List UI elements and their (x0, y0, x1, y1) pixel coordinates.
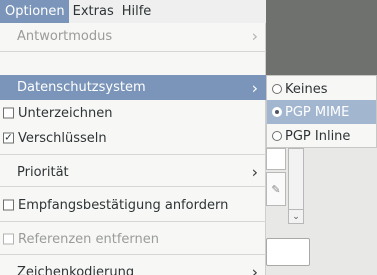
menu-item-label: Zeichenkodierung (17, 264, 135, 275)
chevron-right-icon: › (251, 162, 258, 182)
background-pencil-box: ✎ (266, 172, 286, 206)
menu-item-datenschutzsystem[interactable]: Datenschutzsystem › (0, 75, 266, 100)
menu-separator (0, 154, 266, 155)
menu-separator (0, 186, 266, 187)
menu-item-label: Verschlüsseln (18, 130, 107, 146)
chevron-right-icon: › (251, 262, 258, 275)
radio-selected-icon[interactable] (272, 107, 282, 117)
menu-item-unterzeichnen[interactable]: Unterzeichnen (0, 100, 266, 126)
chevron-right-icon: › (251, 26, 258, 46)
menu-item-prioritaet[interactable]: Priorität › (0, 159, 266, 185)
menu-item-antwortmodus[interactable]: Antwortmodus › (0, 23, 266, 49)
menu-item-zeichenkodierung[interactable]: Zeichenkodierung › (0, 259, 266, 275)
menu-item-label: Referenzen entfernen (18, 231, 160, 247)
menu-separator (0, 51, 266, 52)
menu-item-label: Priorität (17, 164, 69, 180)
menu-item-referenzen-entfernen[interactable]: Referenzen entfernen (0, 226, 266, 252)
menu-item-label: Antwortmodus (17, 28, 113, 44)
pencil-icon: ✎ (271, 182, 281, 196)
menu-separator (0, 221, 266, 222)
radio-icon[interactable] (272, 84, 282, 94)
menu-item-label: Unterzeichnen (18, 105, 113, 121)
menu-item-label: Empfangsbestätigung anfordern (18, 197, 229, 213)
menu-item-verschluesseln[interactable]: ✓ Verschlüsseln (0, 125, 266, 151)
datenschutzsystem-submenu: Keines PGP MIME PGP Inline (266, 75, 377, 148)
submenu-item-label: PGP MIME (285, 104, 350, 120)
optionen-menu: Antwortmodus › Datenschutzsystem › Unter… (0, 23, 266, 275)
submenu-item-label: Keines (285, 81, 328, 97)
checkbox-icon[interactable] (3, 107, 14, 119)
checkbox-icon[interactable] (3, 233, 14, 245)
menubar-item-optionen[interactable]: Optionen (0, 0, 69, 23)
menu-separator (0, 254, 266, 255)
menu-item-label: Datenschutzsystem (17, 80, 146, 95)
chevron-right-icon: › (251, 78, 258, 97)
menubar-item-hilfe[interactable]: Hilfe (118, 0, 156, 23)
background-field (266, 148, 286, 170)
scroll-down-icon[interactable]: ⌄ (289, 209, 303, 223)
submenu-item-keines[interactable]: Keines (267, 77, 376, 101)
application-window: ✎ ⌄ Optionen Extras Hilfe Antwortmodus ›… (0, 0, 377, 275)
submenu-item-pgp-mime[interactable]: PGP MIME (267, 100, 376, 124)
radio-icon[interactable] (272, 131, 282, 141)
menubar-item-extras[interactable]: Extras (69, 0, 118, 23)
checkbox-checked-icon[interactable]: ✓ (3, 132, 14, 144)
submenu-item-label: PGP Inline (285, 128, 351, 144)
background-scrollbar[interactable]: ⌄ (288, 148, 304, 224)
checkbox-icon[interactable] (3, 199, 14, 211)
menubar: Optionen Extras Hilfe (0, 0, 266, 23)
submenu-item-pgp-inline[interactable]: PGP Inline (267, 124, 376, 148)
background-input[interactable] (266, 238, 310, 266)
menu-item-empfangsbestaetigung[interactable]: Empfangsbestätigung anfordern (0, 192, 266, 218)
